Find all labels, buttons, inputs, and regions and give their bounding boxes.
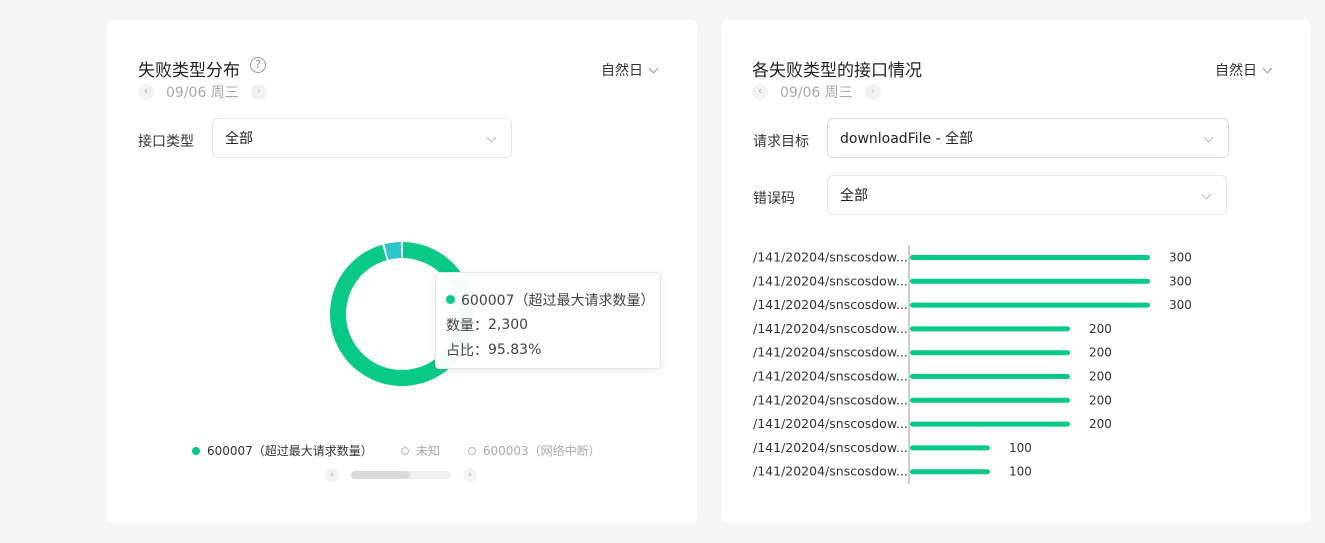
bar-category-label: /141/20204/snscosdow... — [753, 273, 908, 288]
chevron-down-icon — [486, 132, 497, 143]
tooltip-title: 600007（超过最大请求数量） — [446, 287, 660, 312]
legend-scrollbar[interactable] — [351, 471, 451, 479]
scrollbar-thumb[interactable] — [351, 471, 410, 479]
help-icon[interactable]: ? — [250, 57, 266, 73]
chevron-down-icon — [1201, 189, 1212, 200]
tooltip-ratio-row: 占比： 95.83% — [446, 337, 660, 362]
chevron-down-icon — [1203, 132, 1214, 143]
legend-item-unknown[interactable]: 未知 — [400, 442, 440, 459]
chart-tooltip: 600007（超过最大请求数量） 数量： 2,300 占比： 95.83% — [435, 272, 661, 369]
interface-type-label: 接口类型 — [138, 134, 194, 150]
bar-category-label: /141/20204/snscosdow... — [753, 369, 908, 384]
series-dot — [446, 295, 455, 304]
bar-value-label: 200 — [1089, 322, 1112, 336]
request-target-label: 请求目标 — [753, 134, 809, 150]
bar[interactable] — [910, 255, 1150, 260]
period-label: 自然日 — [1215, 63, 1257, 79]
period-label: 自然日 — [601, 63, 643, 79]
date-navigator: ‹ 09/06 周三 › — [138, 83, 267, 101]
tooltip-count-value: 2,300 — [488, 316, 529, 333]
tooltip-series-name: 600007（超过最大请求数量） — [461, 292, 655, 309]
bar[interactable] — [910, 302, 1150, 308]
chevron-right-icon[interactable]: › — [864, 84, 881, 100]
bar[interactable] — [910, 350, 1070, 356]
period-dropdown[interactable]: 自然日 — [601, 60, 659, 80]
chevron-down-icon — [1262, 63, 1273, 73]
legend-dot — [192, 446, 200, 455]
chevron-right-icon[interactable]: › — [250, 84, 267, 100]
interface-type-value: 全部 — [225, 131, 253, 147]
card-title: 各失败类型的接口情况 — [752, 61, 922, 81]
bar-value-label: 200 — [1089, 393, 1112, 407]
legend-label: 未知 — [415, 444, 440, 458]
chevron-left-icon[interactable]: ‹ — [138, 84, 154, 100]
bar[interactable] — [910, 397, 1070, 403]
bar[interactable] — [910, 421, 1070, 427]
error-code-value: 全部 — [840, 188, 868, 204]
bar-category-label: /141/20204/snscosdow... — [753, 416, 908, 431]
tooltip-ratio-value: 95.83% — [488, 341, 542, 358]
bar-value-label: 300 — [1169, 274, 1192, 288]
error-code-label: 错误码 — [753, 191, 795, 207]
period-dropdown[interactable]: 自然日 — [1215, 60, 1273, 80]
error-code-select[interactable]: 全部 — [827, 175, 1227, 215]
bar-value-label: 200 — [1089, 417, 1112, 431]
bar-value-label: 300 — [1169, 298, 1192, 312]
bar-category-label: /141/20204/snscosdow... — [753, 440, 908, 455]
request-target-select[interactable]: downloadFile - 全部 — [827, 118, 1229, 158]
chevron-left-icon[interactable]: ‹ — [752, 84, 768, 100]
legend-dot — [400, 446, 409, 455]
tooltip-ratio-label: 占比： — [446, 342, 488, 359]
bar-value-label: 200 — [1089, 346, 1112, 360]
legend-dot — [467, 446, 476, 455]
bar-category-label: /141/20204/snscosdow... — [753, 464, 908, 479]
chart-legend: 600007（超过最大请求数量） 未知 600003（网络中断） — [192, 442, 629, 459]
bar[interactable] — [910, 469, 990, 475]
interface-bar-chart: /141/20204/snscosdow... 300/141/20204/sns… — [753, 245, 1192, 484]
interface-failure-card: 各失败类型的接口情况 ‹ 09/06 周三 › 自然日 请求目标 downloa… — [721, 20, 1311, 523]
date-label: 09/06 周三 — [166, 85, 239, 101]
bar[interactable] — [910, 278, 1150, 284]
tooltip-count-row: 数量： 2,300 — [446, 312, 660, 337]
bar-category-label: /141/20204/snscosdow... — [753, 392, 908, 407]
bar-category-label: /141/20204/snscosdow... — [753, 297, 908, 312]
chevron-right-icon[interactable]: › — [463, 468, 477, 482]
bar[interactable] — [910, 374, 1070, 379]
legend-label: 600003（网络中断） — [482, 444, 601, 458]
bar-category-label: /141/20204/snscosdow... — [753, 345, 908, 360]
bar-value-label: 200 — [1089, 370, 1112, 384]
bar-value-label: 100 — [1009, 441, 1032, 455]
failure-type-card: 失败类型分布 ? ‹ 09/06 周三 › 自然日 接口类型 全部 600007… — [107, 20, 697, 523]
card-title: 失败类型分布 — [138, 61, 240, 81]
legend-pager: ‹ › — [325, 468, 477, 482]
bar-category-label: /141/20204/snscosdow... — [753, 250, 908, 265]
request-target-value: downloadFile - 全部 — [840, 131, 974, 147]
legend-item-600007[interactable]: 600007（超过最大请求数量） — [192, 442, 373, 459]
bar-value-label: 100 — [1009, 465, 1032, 479]
legend-label: 600007（超过最大请求数量） — [207, 444, 373, 458]
bar[interactable] — [910, 445, 990, 451]
chevron-down-icon — [648, 63, 659, 73]
interface-type-select[interactable]: 全部 — [212, 118, 512, 158]
date-label: 09/06 周三 — [780, 85, 853, 101]
date-navigator: ‹ 09/06 周三 › — [752, 83, 881, 101]
chevron-left-icon[interactable]: ‹ — [325, 468, 339, 482]
donut-slice[interactable] — [384, 242, 402, 260]
bar-value-label: 300 — [1169, 251, 1192, 265]
bar-category-label: /141/20204/snscosdow... — [753, 321, 908, 336]
tooltip-count-label: 数量： — [446, 317, 488, 334]
bar[interactable] — [910, 326, 1070, 332]
legend-item-600003[interactable]: 600003（网络中断） — [467, 442, 601, 459]
